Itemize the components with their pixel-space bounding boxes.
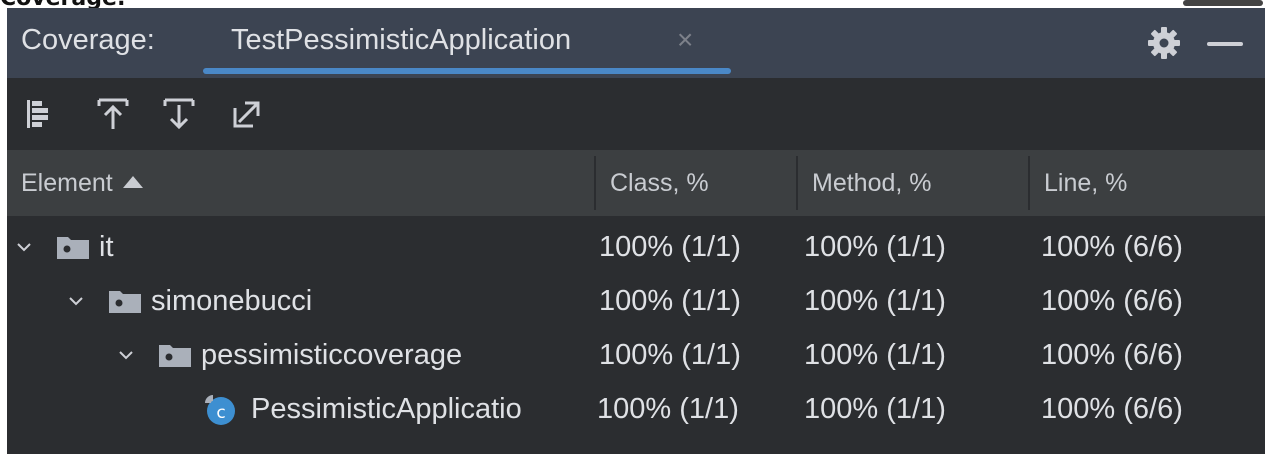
coverage-tree-table: it 100% (1/1) 100% (1/1) 100% (6/6) simo…: [7, 218, 1265, 454]
table-header: Element Class, % Method, % Line, %: [7, 150, 1265, 218]
table-row[interactable]: c PessimisticApplicatio 100% (1/1) 100% …: [7, 382, 1265, 436]
caption-label: Coverage:: [0, 0, 126, 8]
column-header-method[interactable]: Method, %: [798, 150, 1028, 216]
class-coverage-value: 100% (1/1): [597, 393, 739, 425]
tool-window-title: Coverage:: [21, 24, 155, 56]
row-element-name: simonebucci: [151, 285, 313, 317]
class-coverage-value: 100% (1/1): [599, 285, 741, 317]
class-coverage-value: 100% (1/1): [599, 231, 741, 263]
class-coverage-value: 100% (1/1): [599, 339, 741, 371]
method-coverage-value: 100% (1/1): [804, 393, 946, 425]
method-coverage-value: 100% (1/1): [804, 231, 946, 263]
tab-label: TestPessimisticApplication: [231, 24, 572, 56]
class-icon: c: [205, 395, 235, 425]
caption-text: Coverage:: [0, 0, 126, 8]
minimize-icon[interactable]: [1207, 42, 1243, 46]
method-coverage-value: 100% (1/1): [804, 339, 946, 371]
line-coverage-value: 100% (6/6): [1041, 393, 1183, 425]
coverage-tool-window: Coverage: TestPessimisticApplication × E…: [7, 8, 1265, 454]
coverage-toolbar: [7, 78, 1265, 150]
screenshot-frame: Coverage: Coverage: TestPessimisticAppli…: [0, 0, 1271, 454]
chevron-down-icon[interactable]: [69, 294, 83, 308]
method-coverage-value: 100% (1/1): [804, 285, 946, 317]
svg-text:c: c: [216, 403, 225, 423]
package-folder-icon: [109, 291, 141, 313]
flatten-packages-icon[interactable]: [21, 94, 61, 134]
column-label: Element: [21, 169, 113, 197]
column-header-class[interactable]: Class, %: [596, 150, 796, 216]
row-element-name: PessimisticApplicatio: [251, 393, 522, 425]
package-folder-icon: [57, 237, 89, 259]
import-icon[interactable]: [93, 94, 133, 134]
line-coverage-value: 100% (6/6): [1041, 339, 1183, 371]
column-header-element[interactable]: Element: [7, 150, 595, 216]
line-coverage-value: 100% (6/6): [1041, 285, 1183, 317]
column-header-line[interactable]: Line, %: [1030, 150, 1265, 216]
gear-icon[interactable]: [1147, 26, 1181, 60]
chevron-down-icon[interactable]: [119, 348, 133, 362]
tab-test-pessimistic-application[interactable]: TestPessimisticApplication ×: [201, 8, 733, 78]
active-tab-indicator: [203, 68, 731, 74]
table-row[interactable]: it 100% (1/1) 100% (1/1) 100% (6/6): [7, 220, 1265, 274]
line-coverage-value: 100% (6/6): [1041, 231, 1183, 263]
caption-decoration: [1183, 0, 1263, 6]
export-icon[interactable]: [159, 94, 199, 134]
package-folder-icon: [159, 345, 191, 367]
table-row[interactable]: pessimisticcoverage 100% (1/1) 100% (1/1…: [7, 328, 1265, 382]
close-icon[interactable]: ×: [677, 24, 693, 56]
navigate-to-source-icon[interactable]: [227, 94, 267, 134]
tool-window-header: Coverage: TestPessimisticApplication ×: [7, 8, 1265, 78]
sort-ascending-icon: [122, 176, 143, 188]
row-element-name: pessimisticcoverage: [201, 339, 463, 371]
table-row[interactable]: simonebucci 100% (1/1) 100% (1/1) 100% (…: [7, 274, 1265, 328]
chevron-down-icon[interactable]: [17, 240, 31, 254]
row-element-name: it: [99, 231, 114, 263]
